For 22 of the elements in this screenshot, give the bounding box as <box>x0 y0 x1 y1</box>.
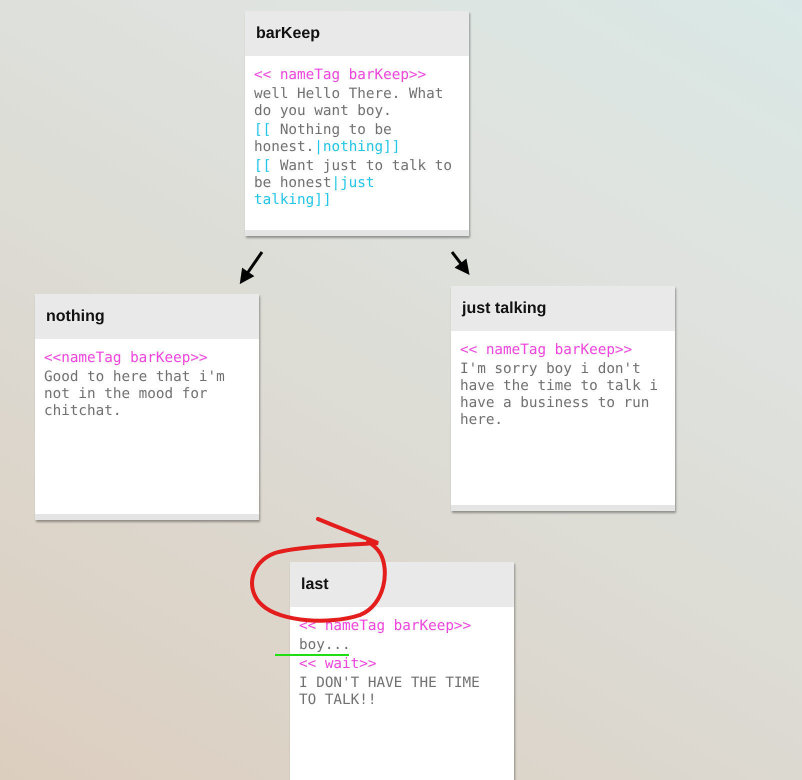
connection-arrow <box>240 251 264 284</box>
passage-card[interactable]: barKeep << nameTag barKeep>> well Hello There. What do you want boy. [[ Nothing to be honest.|nothing]] [[ Want just to talk to be honest|just talking]] <box>245 11 469 236</box>
passage-text-line: well Hello There. What do you want boy. <box>254 86 444 120</box>
passage-card[interactable]: just talking << nameTag barKeep>> I'm sorry boy i don't have the time to talk i have a business to run here. <box>451 286 675 511</box>
passage-text-line: I'm sorry boy i don't have the time to talk i have a business to run here. <box>460 361 659 429</box>
passage-title: nothing <box>35 294 259 339</box>
passage-text-line: [[ Nothing to be honest.|nothing]] <box>254 122 402 156</box>
passage-text-line: boy... <box>299 637 351 654</box>
passage-text-line: [[ Want just to talk to be honest|just talking]] <box>254 158 453 209</box>
passage-card[interactable]: nothing <<nameTag barKeep>> Good to here that i'm not in the mood for chitchat. <box>35 294 259 520</box>
passage-title: just talking <box>451 286 675 331</box>
passage-text-line: << nameTag barKeep>> <box>460 342 632 359</box>
connection-arrow <box>450 251 470 275</box>
passage-title: barKeep <box>245 11 469 56</box>
passage-text-line: Good to here that i'm not in the mood for chitchat. <box>44 369 226 420</box>
passage-text-line: I DON'T HAVE THE TIME TO TALK!! <box>299 675 481 709</box>
passage-card[interactable]: last << nameTag barKeep>> boy... << wait>> I DON'T HAVE THE TIME TO TALK!! <box>290 562 514 780</box>
passage-text-line: << nameTag barKeep>> <box>299 618 472 635</box>
passage-text-line: <<nameTag barKeep>> <box>44 350 208 367</box>
passage-title: last <box>290 562 514 607</box>
passage-text-line: << nameTag barKeep>> <box>254 67 426 84</box>
passage-text-line: << wait>> <box>299 656 376 673</box>
